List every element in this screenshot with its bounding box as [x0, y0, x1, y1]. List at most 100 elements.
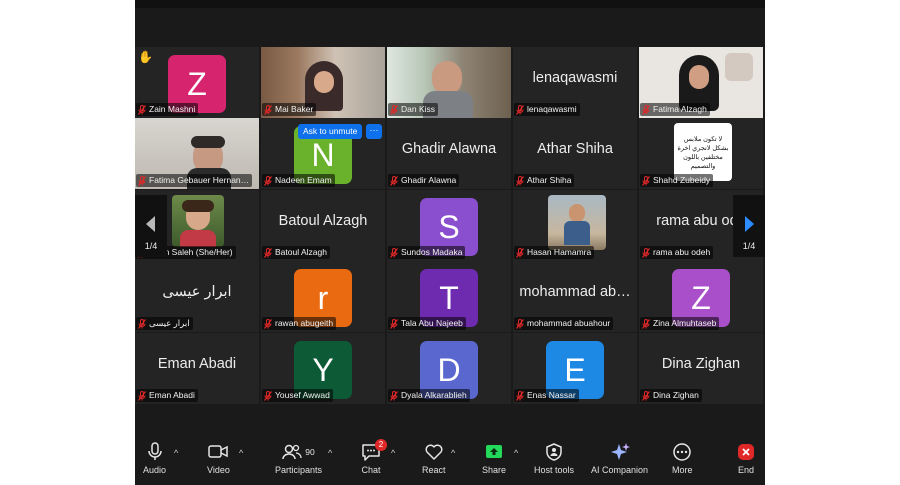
- participant-name-label: Ghadir Alawna: [388, 174, 460, 187]
- raised-hand-icon: ✋: [138, 50, 153, 64]
- video-button[interactable]: Video: [207, 442, 230, 484]
- participant-name-label: Hasan Hamamra: [514, 246, 595, 259]
- muted-microphone-icon: [138, 318, 146, 329]
- participant-name-label: Eman Abadi: [136, 389, 198, 402]
- sparkle-icon: [610, 443, 630, 460]
- participant-display-name: Ghadir Alawna: [401, 141, 497, 157]
- participant-name: Dina Zighan: [653, 390, 699, 400]
- muted-microphone-icon: [264, 104, 272, 115]
- muted-microphone-icon: [390, 247, 398, 258]
- share-screen-icon: [486, 445, 503, 458]
- muted-microphone-icon: [138, 390, 146, 401]
- participant-tile[interactable]: Dina Zighan Dina Zighan: [639, 333, 763, 404]
- participants-options-caret[interactable]: ^: [328, 448, 332, 458]
- page-indicator: 1/4: [144, 241, 158, 251]
- participant-name: Sundos Madaka: [401, 247, 463, 257]
- participant-tile[interactable]: Z ✋ Zain Mashni: [135, 47, 259, 118]
- react-button[interactable]: React: [422, 442, 446, 484]
- participant-name-label: Batoul Alzagh: [262, 246, 330, 259]
- participant-name: Hasan Hamamra: [527, 247, 592, 257]
- audio-button[interactable]: Audio: [143, 442, 166, 484]
- participant-name: Nadeen Emam: [275, 175, 332, 185]
- ai-companion-button[interactable]: AI Companion: [591, 442, 648, 484]
- muted-microphone-icon: [390, 104, 398, 115]
- participant-tile[interactable]: Fatima Gebauer Hernan…: [135, 118, 259, 189]
- participants-button[interactable]: 90 Participants: [275, 442, 322, 484]
- participant-name: Ghadir Alawna: [401, 175, 457, 185]
- share-button[interactable]: Share: [482, 442, 506, 484]
- end-meeting-button[interactable]: End: [736, 442, 756, 484]
- participant-tile[interactable]: E Enas Nassar: [513, 333, 637, 404]
- participant-display-name: ابرار عيسى: [162, 284, 232, 300]
- next-page-button[interactable]: 1/4: [733, 195, 765, 257]
- react-options-caret[interactable]: ^: [451, 448, 455, 458]
- muted-microphone-icon: [390, 390, 398, 401]
- participant-name-label: Dyala Alkarablieh: [388, 389, 470, 402]
- participant-name-label: Dan Kiss: [388, 103, 439, 116]
- participant-name-label: Yousef Awwad: [262, 389, 333, 402]
- participant-name-label: Dina Zighan: [640, 389, 702, 402]
- video-options-caret[interactable]: ^: [239, 448, 243, 458]
- participant-name: rama abu odeh: [653, 247, 711, 257]
- chat-options-caret[interactable]: ^: [391, 448, 395, 458]
- participant-name-label: Nadeen Emam: [262, 174, 335, 187]
- participant-name-label: Sundos Madaka: [388, 246, 466, 259]
- video-label: Video: [207, 465, 230, 475]
- participant-name-label: Shahd Zubeidy: [640, 174, 714, 187]
- chevron-left-icon: [146, 216, 155, 232]
- page-indicator: 1/4: [742, 241, 756, 251]
- participant-tile[interactable]: ابرار عيسى ابرار عيسى: [135, 261, 259, 332]
- muted-microphone-icon: [642, 104, 650, 115]
- participant-tile[interactable]: لا تكون ملابس بشكل لانجري اخرة مختلفين ب…: [639, 118, 763, 189]
- participant-name: rawan abugeith: [275, 318, 334, 328]
- more-button[interactable]: More: [672, 442, 693, 484]
- participant-tile[interactable]: Batoul Alzagh Batoul Alzagh: [261, 190, 385, 261]
- participant-tile[interactable]: Mai Baker: [261, 47, 385, 118]
- audio-options-caret[interactable]: ^: [174, 448, 178, 458]
- share-options-caret[interactable]: ^: [514, 448, 518, 458]
- participant-name: Athar Shiha: [527, 175, 572, 185]
- participant-name-label: Athar Shiha: [514, 174, 575, 187]
- participant-name: Fatima Alzagh: [653, 104, 707, 114]
- participant-name-label: rawan abugeith: [262, 317, 337, 330]
- participant-name: Tala Abu Najeeb: [401, 318, 463, 328]
- shared-text-image: لا تكون ملابس بشكل لانجري اخرة مختلفين ب…: [674, 123, 732, 181]
- participant-name: Batoul Alzagh: [275, 247, 327, 257]
- participant-tile[interactable]: Hasan Hamamra: [513, 190, 637, 261]
- ask-to-unmute-button[interactable]: Ask to unmute: [298, 124, 363, 139]
- participant-tile[interactable]: Dan Kiss: [387, 47, 511, 118]
- participant-name: Dyala Alkarablieh: [401, 390, 467, 400]
- participant-name-label: Fatima Alzagh: [640, 103, 710, 116]
- host-tools-button[interactable]: Host tools: [534, 442, 574, 484]
- participant-name: Shahd Zubeidy: [653, 175, 711, 185]
- participant-tile[interactable]: Fatima Alzagh: [639, 47, 763, 118]
- participant-name: Zain Mashni: [149, 104, 196, 114]
- participant-tile[interactable]: lenaqawasmi lenaqawasmi: [513, 47, 637, 118]
- chat-unread-badge: 2: [375, 439, 387, 451]
- participant-tile[interactable]: S Sundos Madaka: [387, 190, 511, 261]
- participant-name: mohammad abuahour: [527, 318, 611, 328]
- participant-name: Eman Abadi: [149, 390, 195, 400]
- participant-tile[interactable]: Athar Shiha Athar Shiha: [513, 118, 637, 189]
- previous-page-button[interactable]: 1/4: [135, 195, 167, 257]
- chevron-right-icon: [745, 216, 754, 232]
- participant-tile[interactable]: D Dyala Alkarablieh: [387, 333, 511, 404]
- ai-companion-label: AI Companion: [591, 465, 649, 475]
- participant-tile[interactable]: r rawan abugeith: [261, 261, 385, 332]
- participant-tile[interactable]: T Tala Abu Najeeb: [387, 261, 511, 332]
- participant-name-label: rama abu odeh: [640, 246, 714, 259]
- participant-name-label: Zina Almuhtaseb: [640, 317, 720, 330]
- participant-tile[interactable]: Ghadir Alawna Ghadir Alawna: [387, 118, 511, 189]
- participants-icon: [282, 444, 302, 460]
- muted-microphone-icon: [516, 318, 524, 329]
- participant-tile[interactable]: mohammad ab… mohammad abuahour: [513, 261, 637, 332]
- muted-microphone-icon: [516, 390, 524, 401]
- participant-tile[interactable]: Y Yousef Awwad: [261, 333, 385, 404]
- tile-more-options-button[interactable]: ···: [366, 124, 382, 139]
- participant-display-name: Batoul Alzagh: [278, 213, 368, 229]
- chat-button[interactable]: 2 Chat: [361, 439, 387, 484]
- participant-tile[interactable]: Eman Abadi Eman Abadi: [135, 333, 259, 404]
- participant-name: Fatima Gebauer Hernan…: [149, 175, 250, 185]
- meeting-toolbar: Audio ^ Video ^ 90 Participants ^ 2 Chat…: [135, 432, 765, 485]
- participant-tile[interactable]: Z Zina Almuhtaseb: [639, 261, 763, 332]
